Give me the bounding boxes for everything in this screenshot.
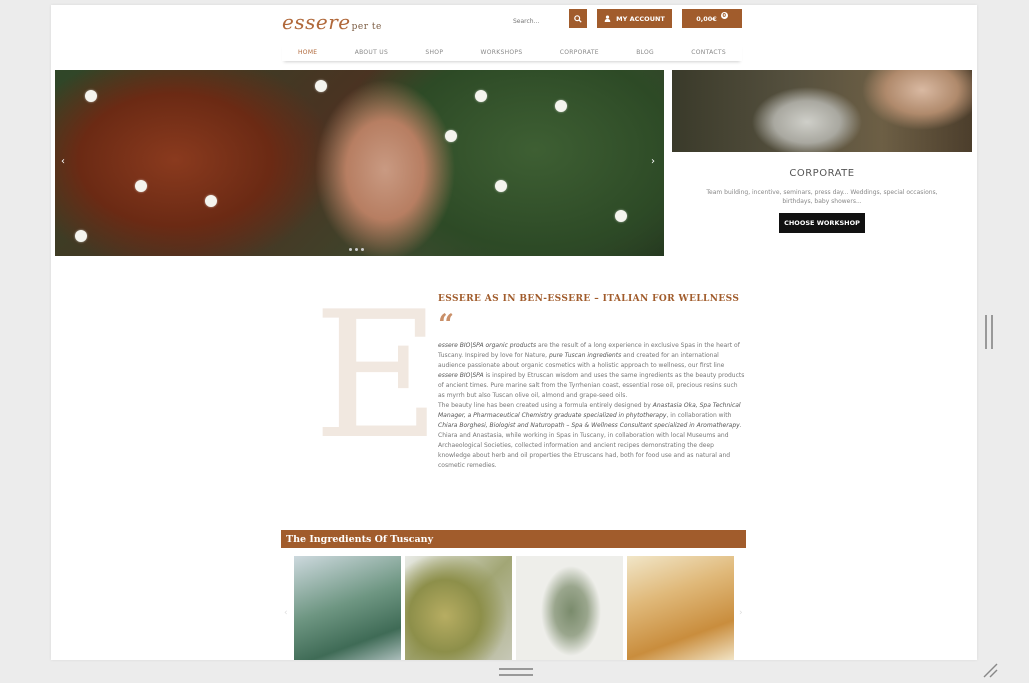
hero-slider-image[interactable]: ‹ › (55, 70, 664, 256)
cart-total: 0,00€ (696, 14, 717, 23)
flower-decoration (205, 195, 217, 207)
corporate-title: CORPORATE (789, 168, 855, 179)
search-input[interactable] (513, 13, 567, 29)
logo-sub: per te (351, 22, 382, 32)
corporate-image[interactable] (672, 70, 972, 152)
flower-decoration (85, 90, 97, 102)
flower-decoration (615, 210, 627, 222)
slider-dot[interactable] (355, 248, 358, 251)
browser-viewport: essereper te MY ACCOUNT 0,00€ 0 HOME ABO… (51, 5, 977, 660)
cart-button[interactable]: 0,00€ 0 (682, 9, 742, 28)
intro-paragraph-2: The beauty line has been created using a… (438, 402, 742, 469)
intro-paragraph-1: essere BIO|SPA organic products are the … (438, 342, 745, 399)
nav-item-corporate[interactable]: CORPORATE (560, 49, 599, 56)
choose-workshop-button[interactable]: CHOOSE WORKSHOP (779, 213, 865, 233)
decorative-letter: E (313, 275, 441, 478)
ingredients-heading: The Ingredients Of Tuscany (281, 530, 746, 548)
flower-decoration (445, 130, 457, 142)
slider-dots (349, 248, 364, 251)
nav-item-about-us[interactable]: ABOUT US (355, 49, 388, 56)
chevron-left-icon[interactable]: ‹ (61, 156, 65, 167)
my-account-label: MY ACCOUNT (616, 14, 665, 23)
side-resize-handle[interactable] (985, 315, 993, 349)
nav-item-blog[interactable]: BLOG (636, 49, 654, 56)
search-button[interactable] (569, 9, 587, 28)
cart-count-badge: 0 (720, 12, 728, 19)
search-icon (574, 14, 582, 23)
my-account-button[interactable]: MY ACCOUNT (597, 9, 672, 28)
flower-decoration (135, 180, 147, 192)
chevron-right-icon[interactable]: › (651, 156, 655, 167)
user-icon (604, 15, 611, 22)
intro-body: essere BIO|SPA organic products are the … (438, 341, 746, 471)
flower-decoration (555, 100, 567, 112)
resize-corner-icon[interactable] (982, 662, 998, 678)
chevron-right-icon[interactable]: › (739, 608, 743, 618)
flower-decoration (315, 80, 327, 92)
slider-dot[interactable] (361, 248, 364, 251)
flower-decoration (495, 180, 507, 192)
quote-icon: “ (438, 308, 455, 341)
nav-item-workshops[interactable]: WORKSHOPS (481, 49, 523, 56)
flower-decoration (75, 230, 87, 242)
ingredient-tile-olives[interactable] (405, 556, 512, 660)
section-title: ESSERE AS IN BEN-ESSERE – ITALIAN FOR WE… (438, 294, 740, 304)
flower-decoration (475, 90, 487, 102)
nav-item-home[interactable]: HOME (298, 49, 317, 56)
bottom-drag-handle[interactable] (499, 668, 533, 676)
logo-main: essere (282, 10, 351, 34)
corporate-description: Team building, incentive, seminars, pres… (706, 189, 938, 205)
ingredient-tile-eucalyptus[interactable] (516, 556, 623, 660)
ingredient-tile-agave[interactable] (294, 556, 401, 660)
nav-item-contacts[interactable]: CONTACTS (691, 49, 726, 56)
site-logo[interactable]: essereper te (282, 10, 382, 34)
ingredient-tile-honeycomb[interactable] (627, 556, 734, 660)
chevron-left-icon[interactable]: ‹ (284, 608, 288, 618)
main-navigation: HOME ABOUT US SHOP WORKSHOPS CORPORATE B… (282, 43, 742, 61)
nav-item-shop[interactable]: SHOP (425, 49, 443, 56)
slider-dot[interactable] (349, 248, 352, 251)
